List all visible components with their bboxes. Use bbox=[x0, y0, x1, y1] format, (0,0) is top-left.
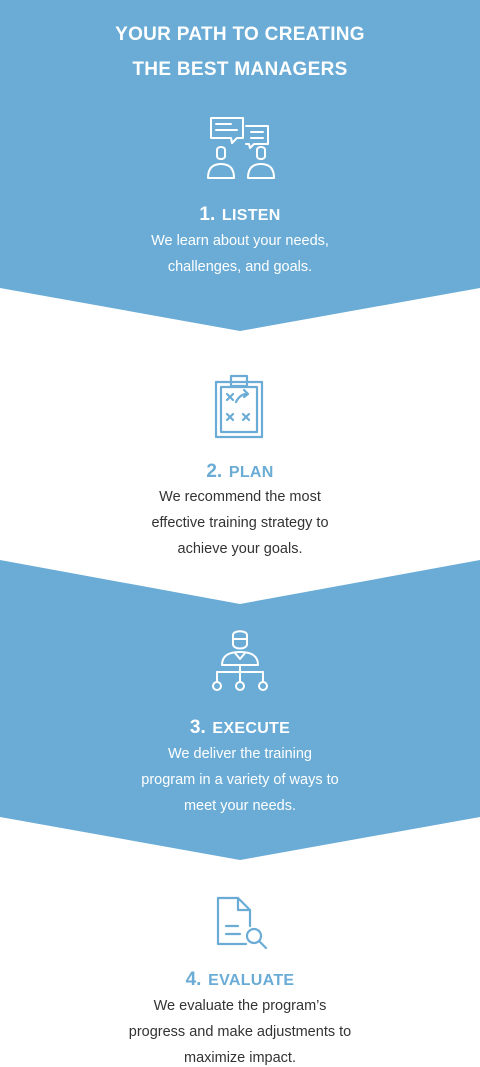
step-heading-evaluate: 4. EVALUATE bbox=[0, 966, 480, 993]
description-line: challenges, and goals. bbox=[167, 259, 313, 275]
step-heading-plan: 2. PLAN bbox=[0, 458, 480, 485]
step-label: EXECUTE bbox=[212, 720, 291, 737]
conversation-people-icon bbox=[207, 117, 275, 179]
person-network-icon bbox=[212, 630, 268, 691]
description-line: We recommend the most bbox=[159, 489, 321, 505]
infographic: YOUR PATH TO CREATING THE BEST MANAGERS … bbox=[0, 0, 480, 1067]
description-line: meet your needs. bbox=[183, 798, 297, 814]
description-line: achieve your goals. bbox=[177, 541, 303, 557]
page-title-line-2: THE BEST MANAGERS bbox=[132, 59, 348, 80]
description-line: We learn about your needs, bbox=[151, 233, 329, 249]
description-line: program in a variety of ways to bbox=[141, 772, 339, 788]
step-description-evaluate: We evaluate the program’s progress and m… bbox=[0, 993, 480, 1067]
description-line: effective training strategy to bbox=[151, 515, 329, 531]
step-description-plan: We recommend the most effective training… bbox=[0, 484, 480, 562]
step-description-listen: We learn about your needs, challenges, a… bbox=[0, 228, 480, 280]
description-line: progress and make adjustments to bbox=[128, 1024, 352, 1040]
description-line: We deliver the training bbox=[167, 746, 312, 762]
step-number: 2. bbox=[206, 461, 223, 482]
step-number: 1. bbox=[199, 204, 216, 225]
document-search-icon bbox=[216, 896, 268, 950]
step-label: PLAN bbox=[228, 464, 274, 481]
page-title-line-1: YOUR PATH TO CREATING bbox=[115, 24, 365, 45]
step-heading-execute: 3. EXECUTE bbox=[0, 714, 480, 741]
step-description-execute: We deliver the training program in a var… bbox=[0, 741, 480, 819]
step-number: 3. bbox=[189, 717, 206, 738]
description-line: We evaluate the program’s bbox=[153, 998, 327, 1014]
clipboard-strategy-icon bbox=[214, 374, 264, 439]
step-label: LISTEN bbox=[221, 207, 281, 224]
step-label: EVALUATE bbox=[208, 972, 295, 989]
step-heading-listen: 1. LISTEN bbox=[0, 201, 480, 228]
description-line: maximize impact. bbox=[184, 1050, 296, 1066]
step-number: 4. bbox=[185, 969, 202, 990]
